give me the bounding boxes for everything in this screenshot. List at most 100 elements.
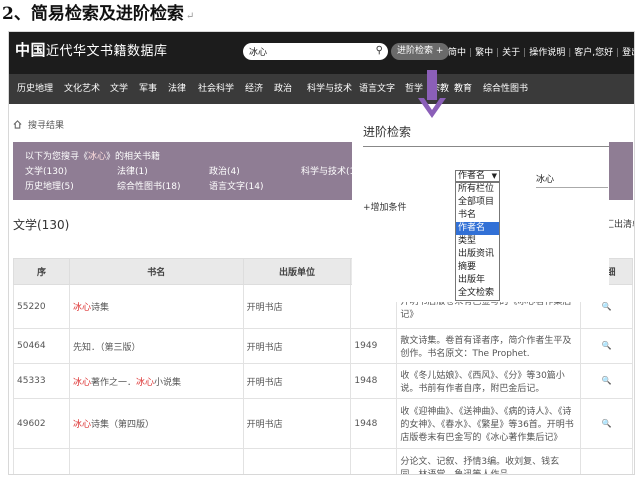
field-dropdown-list: 所有栏位 全部项目 书名 作者名 类型 出版资讯 摘要 出版年 全文检索	[455, 182, 500, 301]
dropdown-option-selected[interactable]: 作者名	[456, 222, 499, 235]
home-icon[interactable]	[13, 120, 22, 129]
separator: |	[496, 48, 500, 58]
link-about[interactable]: 关于	[502, 48, 520, 58]
separator: |	[469, 48, 473, 58]
magnifier-icon[interactable]: 🔍	[602, 376, 612, 385]
cell-title[interactable]: 冰心诗集（第四版）	[68, 398, 244, 449]
document-heading-text: 2、简易检索及进阶检索	[2, 4, 184, 24]
add-condition-button[interactable]: +增加条件	[363, 200, 407, 213]
intro-prefix: 以下为您搜寻《	[25, 152, 89, 162]
title-highlight: 冰心	[72, 303, 91, 313]
category-nav: 历史地理 文化艺术 文学 军事 法律 社会科学 经济 政治 科学与技术 语言文字…	[9, 74, 634, 104]
category-count-literature[interactable]: 文学(130)	[25, 164, 67, 177]
separator: |	[568, 48, 572, 58]
field-select-value: 作者名	[458, 171, 486, 181]
cell-detail	[580, 448, 633, 474]
col-header-no: 序	[13, 258, 70, 285]
cell-publisher	[242, 448, 352, 474]
search-input[interactable]	[249, 45, 369, 58]
separator: |	[616, 48, 620, 58]
cell-summary: 收《迎神曲》、《送神曲》、《病的诗人》、《诗的女神》、《春水》、《繁星》等36首…	[396, 398, 582, 449]
magnifier-icon[interactable]: 🔍	[602, 419, 612, 428]
magnifier-icon[interactable]: 🔍	[602, 341, 612, 350]
intro-query: 冰心	[88, 152, 107, 162]
logo-sub: 近代华文书籍数据库	[46, 44, 168, 59]
cell-title[interactable]: 冰心诗集	[68, 284, 244, 329]
nav-item-language[interactable]: 语言文字	[359, 74, 395, 104]
cell-summary: 散文诗集。卷首有译者序，简介作者生平及创作。书名原文：The Prophet.	[396, 328, 582, 364]
dropdown-option[interactable]: 类型	[456, 235, 499, 248]
category-count-general[interactable]: 综合性图书(18)	[117, 179, 180, 192]
cell-year: 1948	[350, 398, 398, 449]
link-help[interactable]: 操作说明	[529, 48, 565, 58]
cell-id: 50464	[13, 328, 70, 364]
cell-year: 1948	[350, 363, 398, 399]
advanced-search-title: 进阶检索	[363, 125, 412, 139]
dropdown-option[interactable]: 全文检索	[456, 287, 499, 300]
cell-detail[interactable]: 🔍	[580, 363, 633, 399]
nav-item-education[interactable]: 教育	[454, 74, 472, 104]
title-text: 小说集	[154, 377, 182, 388]
dropdown-option[interactable]: 出版年	[456, 274, 499, 287]
category-count-language[interactable]: 语言文字(14)	[209, 179, 263, 192]
nav-item-science[interactable]: 科学与技术	[307, 74, 352, 104]
user-greeting: 客户,您好	[574, 48, 614, 58]
advanced-value-input[interactable]: 冰心	[536, 172, 608, 188]
col-header-title: 书名	[68, 258, 244, 285]
link-logout[interactable]: 登出	[622, 48, 634, 58]
export-list-link[interactable]: 汇出清单	[605, 217, 634, 230]
title-text: 著作之一．	[90, 377, 136, 388]
dropdown-option[interactable]: 书名	[456, 209, 499, 222]
cell-id: 45333	[13, 363, 70, 399]
cell-title[interactable]: 冰心著作之一．冰心小说集	[68, 363, 244, 399]
cell-id: 55220	[13, 284, 70, 329]
top-bar: 中国近代华文书籍数据库 ⚲ 进阶检索 + 简中|繁中|关于|操作说明|客户,您好…	[9, 32, 634, 74]
nav-item-literature[interactable]: 文学	[110, 74, 128, 104]
cell-detail[interactable]: 🔍	[580, 328, 633, 364]
dropdown-option[interactable]: 全部项目	[456, 196, 499, 209]
cell-id	[13, 448, 70, 474]
table-row: 分论文、记叙、抒情3编。收刘复、钱玄同、林语堂、鲁迅等人作品	[13, 448, 633, 474]
nav-item-general[interactable]: 综合性图书	[483, 74, 528, 104]
intro-suffix: 》的相关书籍	[106, 152, 161, 162]
link-simplified[interactable]: 简中	[448, 48, 466, 58]
nav-item-military[interactable]: 军事	[139, 74, 157, 104]
cell-publisher: 开明书店	[242, 398, 352, 449]
screenshot-frame: 中国近代华文书籍数据库 ⚲ 进阶检索 + 简中|繁中|关于|操作说明|客户,您好…	[8, 31, 635, 475]
dropdown-option[interactable]: 出版资讯	[456, 248, 499, 261]
table-row: 45333 冰心著作之一．冰心小说集 开明书店 1948 收《冬儿姑娘》、《西风…	[13, 363, 633, 399]
magnifier-icon[interactable]: 🔍	[602, 302, 612, 311]
cell-summary: 收《冬儿姑娘》、《西风》、《分》等30篇小说。书前有作者自序，附巴金后记。	[396, 363, 582, 399]
cell-detail[interactable]: 🔍	[580, 398, 633, 449]
nav-item-economy[interactable]: 经济	[245, 74, 263, 104]
link-traditional[interactable]: 繁中	[475, 48, 493, 58]
advanced-search-panel: 进阶检索 作者名 ▼ 所有栏位 全部项目 书名 作者名 类型 出版资讯 摘要 出版…	[352, 112, 609, 302]
category-count-science[interactable]: 科学与技术(1	[301, 164, 355, 177]
title-text: 诗集（第四版）	[90, 420, 154, 430]
breadcrumb: 搜寻结果	[13, 118, 64, 131]
cell-publisher: 开明书店	[242, 328, 352, 364]
advanced-divider	[363, 146, 609, 147]
nav-item-law[interactable]: 法律	[168, 74, 186, 104]
site-logo[interactable]: 中国近代华文书籍数据库	[15, 39, 168, 60]
dropdown-option[interactable]: 摘要	[456, 261, 499, 274]
cell-title[interactable]	[68, 448, 244, 474]
category-count-history[interactable]: 历史地理(5)	[25, 179, 74, 192]
pointer-arrow-icon	[418, 70, 446, 118]
cell-publisher: 开明书店	[242, 284, 352, 329]
nav-item-history[interactable]: 历史地理	[17, 74, 53, 104]
nav-item-social[interactable]: 社会科学	[198, 74, 234, 104]
dropdown-option[interactable]: 所有栏位	[456, 183, 499, 196]
nav-item-culture[interactable]: 文化艺术	[64, 74, 100, 104]
category-count-politics[interactable]: 政治(4)	[209, 164, 240, 177]
cell-title[interactable]: 先知．（第三版）	[68, 328, 244, 364]
title-highlight: 冰心	[135, 377, 154, 388]
category-count-law[interactable]: 法律(1)	[117, 164, 148, 177]
field-select[interactable]: 作者名 ▼	[455, 170, 500, 182]
cell-publisher: 开明书店	[242, 363, 352, 399]
search-icon[interactable]: ⚲	[376, 45, 383, 56]
cell-id: 49602	[13, 398, 70, 449]
nav-item-politics[interactable]: 政治	[274, 74, 292, 104]
dropdown-arrow-icon: ▼	[491, 172, 497, 180]
advanced-search-button[interactable]: 进阶检索 +	[391, 43, 450, 60]
